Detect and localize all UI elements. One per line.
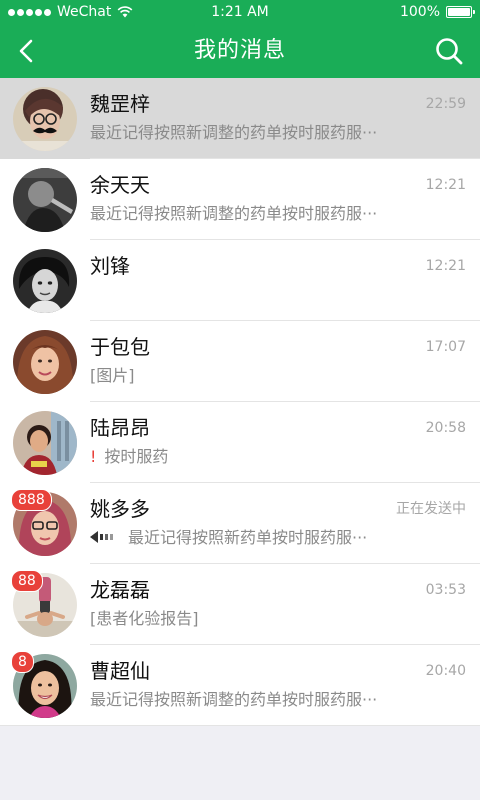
- search-icon[interactable]: [434, 36, 464, 66]
- message-preview-text: 最近记得按照新调整的药单按时服药服···: [90, 123, 378, 142]
- conversation-row[interactable]: 888 姚多多 正在发送中 最近记得按照新药单按时服药服···: [0, 483, 480, 564]
- sending-icon: [90, 531, 113, 543]
- message-time: 20:40: [425, 663, 466, 679]
- unread-badge: 88: [11, 570, 43, 592]
- avatar: [13, 330, 77, 394]
- conversation-row[interactable]: 魏罡梓 22:59 最近记得按照新调整的药单按时服药服···: [0, 78, 480, 159]
- message-preview: ! 按时服药: [90, 446, 422, 468]
- message-preview-text: 最近记得按照新药单按时服药服···: [128, 528, 368, 547]
- message-preview: 最近记得按照新调整的药单按时服药服···: [90, 689, 422, 711]
- message-preview: [图片]: [90, 365, 422, 387]
- screen: WeChat 1:21 AM 100% 我的消息 魏罡梓 22:59 最近记得按…: [0, 0, 480, 800]
- avatar: [13, 87, 77, 151]
- conversation-row[interactable]: 于包包 17:07 [图片]: [0, 321, 480, 402]
- warning-icon: !: [90, 447, 97, 466]
- message-preview-text: 最近记得按照新调整的药单按时服药服···: [90, 204, 378, 223]
- battery-icon: [446, 6, 475, 18]
- conversation-row[interactable]: 88 龙磊磊 03:53 [患者化验报告]: [0, 564, 480, 645]
- contact-name: 魏罡梓: [90, 92, 150, 116]
- conversation-row[interactable]: 陆昂昂 20:58 ! 按时服药: [0, 402, 480, 483]
- status-bar: WeChat 1:21 AM 100%: [0, 0, 480, 24]
- message-preview-text: 按时服药: [104, 447, 169, 466]
- contact-name: 陆昂昂: [90, 416, 150, 440]
- message-preview-text: 最近记得按照新调整的药单按时服药服···: [90, 690, 378, 709]
- conversation-row[interactable]: 余天天 12:21 最近记得按照新调整的药单按时服药服···: [0, 159, 480, 240]
- message-time: 20:58: [425, 420, 466, 436]
- contact-name: 刘锋: [90, 254, 130, 278]
- battery-percent: 100%: [399, 4, 440, 20]
- message-preview: 最近记得按照新调整的药单按时服药服···: [90, 203, 422, 225]
- unread-badge: 8: [11, 651, 34, 673]
- avatar: [13, 249, 77, 313]
- contact-name: 曹超仙: [90, 659, 150, 683]
- message-preview: 最近记得按照新调整的药单按时服药服···: [90, 122, 422, 144]
- nav-bar: 我的消息: [0, 24, 480, 78]
- message-time: 17:07: [425, 339, 466, 355]
- avatar: [13, 411, 77, 475]
- contact-name: 姚多多: [90, 497, 150, 521]
- message-preview-text: [图片]: [90, 366, 135, 385]
- message-time: 12:21: [425, 177, 466, 193]
- status-right: 100%: [399, 0, 475, 24]
- avatar: [13, 168, 77, 232]
- message-time: 03:53: [425, 582, 466, 598]
- conversation-row[interactable]: 刘锋 12:21: [0, 240, 480, 321]
- contact-name: 于包包: [90, 335, 150, 359]
- contact-name: 余天天: [90, 173, 150, 197]
- message-status: 正在发送中: [396, 501, 466, 517]
- unread-badge: 888: [11, 489, 52, 511]
- conversation-list: 魏罡梓 22:59 最近记得按照新调整的药单按时服药服··· 余天天 12:21…: [0, 78, 480, 726]
- conversation-row[interactable]: 8 曹超仙 20:40 最近记得按照新调整的药单按时服药服···: [0, 645, 480, 726]
- contact-name: 龙磊磊: [90, 578, 150, 602]
- message-time: 12:21: [425, 258, 466, 274]
- message-preview: 最近记得按照新药单按时服药服···: [90, 527, 422, 549]
- message-preview-text: [患者化验报告]: [90, 609, 199, 628]
- page-title: 我的消息: [193, 38, 286, 63]
- message-time: 22:59: [425, 96, 466, 112]
- message-preview: [患者化验报告]: [90, 608, 422, 630]
